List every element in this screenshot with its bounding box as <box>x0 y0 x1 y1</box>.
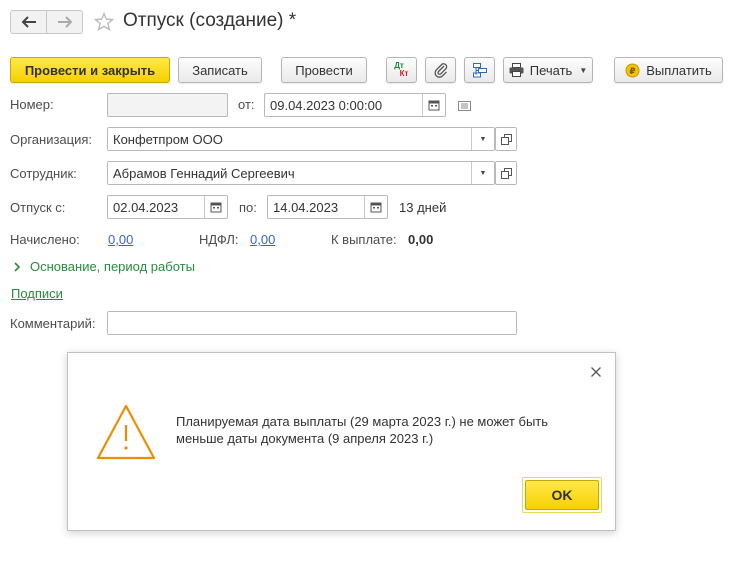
dt-kt-button[interactable]: Дт Кт <box>386 57 417 83</box>
navigation-buttons <box>10 10 83 34</box>
dropdown-icon: ▼ <box>479 135 487 143</box>
calendar-button[interactable] <box>204 196 227 218</box>
vacation-from-label: Отпуск с: <box>10 200 66 215</box>
back-arrow-icon <box>21 16 36 28</box>
ndfl-label: НДФЛ: <box>199 232 239 247</box>
accrued-label: Начислено: <box>10 232 80 247</box>
calendar-button[interactable] <box>422 94 445 116</box>
list-icon[interactable] <box>458 99 471 114</box>
vacation-to-label: по: <box>239 200 257 215</box>
close-button[interactable] <box>590 366 602 381</box>
to-pay-label: К выплате: <box>331 232 397 247</box>
open-icon <box>500 133 512 145</box>
organization-input[interactable]: Конфетпром ООО ▼ <box>107 127 495 151</box>
organization-label: Организация: <box>10 132 93 147</box>
forward-arrow-icon <box>57 16 72 28</box>
ok-button[interactable]: OK <box>525 480 599 510</box>
warning-icon <box>95 403 157 464</box>
document-date-input[interactable]: 09.04.2023 0:00:00 <box>264 93 446 117</box>
calendar-button[interactable] <box>364 196 387 218</box>
days-count: 13 дней <box>399 200 447 215</box>
ruble-coin-icon: ₽ <box>625 63 640 78</box>
date-from-label: от: <box>238 97 255 112</box>
print-button[interactable]: Печать ▼ <box>503 57 593 83</box>
favorite-button[interactable] <box>93 11 115 35</box>
employee-open-button[interactable] <box>495 161 517 185</box>
structure-icon <box>472 63 487 78</box>
back-button[interactable] <box>11 11 46 33</box>
warning-dialog: Планируемая дата выплаты (29 марта 2023 … <box>67 352 616 531</box>
attach-files-button[interactable] <box>425 57 456 83</box>
star-icon <box>93 11 115 31</box>
employee-input[interactable]: Абрамов Геннадий Сергеевич ▼ <box>107 161 495 185</box>
printer-icon <box>509 63 524 77</box>
comment-label: Комментарий: <box>10 316 96 331</box>
calendar-icon <box>428 100 440 111</box>
basis-section-toggle[interactable]: Основание, период работы <box>12 259 195 274</box>
organization-open-button[interactable] <box>495 127 517 151</box>
ndfl-link[interactable]: 0,00 <box>250 232 275 247</box>
svg-text:₽: ₽ <box>630 67 636 77</box>
pay-button[interactable]: ₽ Выплатить <box>614 57 723 83</box>
basis-section-title: Основание, период работы <box>30 259 195 274</box>
signatures-link[interactable]: Подписи <box>11 286 63 301</box>
employee-dropdown-button[interactable]: ▼ <box>471 162 494 184</box>
dropdown-icon: ▼ <box>579 65 588 75</box>
page-title: Отпуск (создание) * <box>123 10 297 31</box>
to-pay-value: 0,00 <box>408 232 434 247</box>
save-button[interactable]: Записать <box>178 57 262 83</box>
comment-input[interactable] <box>107 311 517 335</box>
number-input[interactable] <box>107 93 228 117</box>
employee-label: Сотрудник: <box>10 166 77 181</box>
calendar-icon <box>370 202 382 213</box>
post-button[interactable]: Провести <box>281 57 367 83</box>
close-icon <box>591 367 601 377</box>
calendar-icon <box>210 202 222 213</box>
number-label: Номер: <box>10 97 54 112</box>
chevron-right-icon <box>14 261 21 272</box>
dt-kt-icon: Дт Кт <box>394 61 409 78</box>
open-icon <box>500 167 512 179</box>
vacation-end-input[interactable]: 14.04.2023 <box>267 195 388 219</box>
paperclip-icon <box>433 63 447 78</box>
dialog-message: Планируемая дата выплаты (29 марта 2023 … <box>176 414 549 446</box>
document-structure-button[interactable] <box>464 57 495 83</box>
ok-button-focus-frame: OK <box>522 477 602 513</box>
organization-dropdown-button[interactable]: ▼ <box>471 128 494 150</box>
post-and-close-button[interactable]: Провести и закрыть <box>10 57 170 83</box>
dropdown-icon: ▼ <box>479 169 487 177</box>
vacation-start-input[interactable]: 02.04.2023 <box>107 195 228 219</box>
accrued-link[interactable]: 0,00 <box>108 232 133 247</box>
forward-button[interactable] <box>46 11 82 33</box>
